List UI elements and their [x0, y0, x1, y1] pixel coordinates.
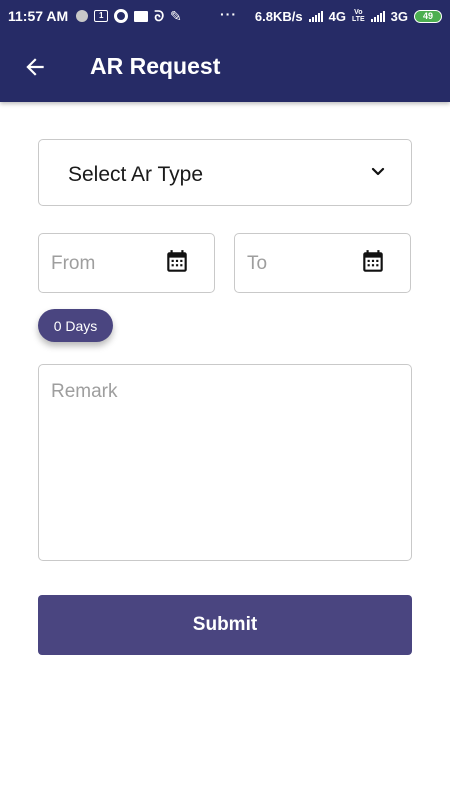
ar-type-select[interactable]: Select Ar Type	[38, 139, 412, 206]
status-bar: 11:57 AM 1 ᘐ ✎ ··· 6.8KB/s 4G Vo LTE 3G …	[0, 0, 450, 32]
signal-icon	[308, 10, 323, 22]
from-date-field[interactable]: From	[38, 233, 215, 293]
volte-top: Vo	[354, 9, 363, 16]
remark-placeholder: Remark	[51, 381, 118, 402]
to-placeholder: To	[247, 253, 268, 274]
volte-icon: Vo LTE	[352, 9, 365, 23]
calendar-icon[interactable]	[360, 249, 386, 275]
battery-icon: 49	[414, 9, 442, 23]
days-count-badge: 0 Days	[38, 309, 113, 342]
network-3g: 3G	[390, 8, 408, 24]
circle-notification-icon	[114, 9, 129, 23]
tool-icon: ✎	[170, 7, 182, 24]
calendar-notification-icon: 1	[94, 10, 109, 22]
ar-type-label: Select Ar Type	[68, 163, 204, 186]
app-header: 11:57 AM 1 ᘐ ✎ ··· 6.8KB/s 4G Vo LTE 3G …	[0, 0, 450, 102]
status-time: 11:57 AM	[8, 8, 69, 24]
from-placeholder: From	[51, 253, 96, 274]
more-notifications-icon: ···	[220, 6, 237, 22]
volte-bottom: LTE	[351, 16, 365, 23]
notification-dot-icon	[76, 10, 89, 22]
network-speed: 6.8KB/s	[254, 8, 303, 24]
page-title: AR Request	[90, 53, 221, 79]
app-bar: AR Request	[0, 32, 450, 102]
airtel-icon: ᘐ	[154, 7, 165, 24]
notification-icons: 1 ᘐ ✎	[76, 8, 182, 25]
remark-textarea[interactable]: Remark	[38, 364, 412, 561]
to-date-field[interactable]: To	[234, 233, 411, 293]
network-4g: 4G	[328, 8, 346, 24]
arrow-left-icon[interactable]	[22, 54, 48, 80]
calendar-icon[interactable]	[164, 249, 190, 275]
mail-icon	[134, 10, 149, 22]
signal-icon-2	[370, 10, 385, 22]
submit-button[interactable]: Submit	[38, 595, 412, 655]
chevron-down-icon	[371, 167, 385, 176]
status-right: 6.8KB/s 4G Vo LTE 3G 49	[255, 0, 442, 32]
